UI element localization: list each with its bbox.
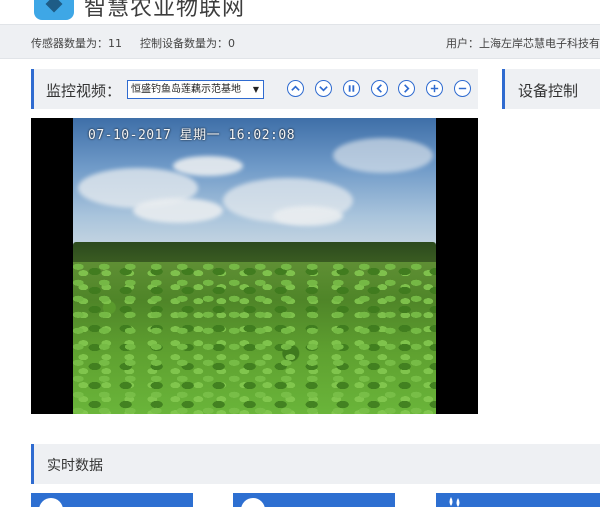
pause-icon	[348, 85, 355, 92]
video-player[interactable]: 07-10-2017 星期一 16:02:08	[31, 118, 478, 414]
site-title: 智慧农业物联网	[84, 0, 246, 21]
sensor-icon	[241, 498, 265, 507]
device-count: 控制设备数量为：0	[140, 37, 235, 50]
ptz-up-button[interactable]	[287, 80, 304, 97]
ptz-left-button[interactable]	[371, 80, 388, 97]
device-control-header: 设备控制	[502, 69, 600, 109]
minus-icon	[458, 87, 467, 90]
current-user: 用户：上海左岸芯慧电子科技有	[446, 37, 600, 50]
realtime-data-header: 实时数据	[31, 444, 600, 484]
water-drop-icon	[449, 497, 460, 507]
sensor-icon	[39, 498, 63, 507]
pause-button[interactable]	[343, 80, 360, 97]
camera-select-value: 恒盛钓鱼岛莲藕示范基地	[131, 84, 241, 95]
zoom-in-button[interactable]	[426, 80, 443, 97]
info-bar: 传感器数量为：11 控制设备数量为：0 用户：上海左岸芯慧电子科技有	[0, 24, 600, 59]
chevron-up-icon	[291, 85, 300, 91]
plus-icon	[430, 84, 439, 93]
ptz-right-button[interactable]	[398, 80, 415, 97]
monitor-title: 监控视频：	[46, 82, 122, 100]
app-logo-icon	[34, 0, 74, 20]
realtime-data-title: 实时数据	[47, 458, 103, 474]
chevron-left-icon	[376, 84, 382, 93]
video-timestamp: 07-10-2017 星期一 16:02:08	[88, 128, 296, 143]
camera-feed-image: 07-10-2017 星期一 16:02:08	[73, 118, 436, 414]
top-header: 智慧农业物联网	[0, 0, 600, 24]
data-card-1[interactable]	[31, 493, 193, 507]
chevron-down-icon	[319, 86, 328, 92]
sensor-count: 传感器数量为：11	[31, 37, 122, 50]
device-control-title: 设备控制	[518, 82, 579, 100]
monitor-panel-header: 监控视频： 恒盛钓鱼岛莲藕示范基地 ▼	[31, 69, 478, 109]
data-card-3[interactable]	[436, 493, 600, 507]
camera-select[interactable]: 恒盛钓鱼岛莲藕示范基地 ▼	[127, 80, 264, 99]
data-card-2[interactable]	[233, 493, 395, 507]
select-arrow-icon: ▼	[252, 85, 259, 94]
zoom-out-button[interactable]	[454, 80, 471, 97]
ptz-down-button[interactable]	[315, 80, 332, 97]
chevron-right-icon	[404, 84, 410, 93]
